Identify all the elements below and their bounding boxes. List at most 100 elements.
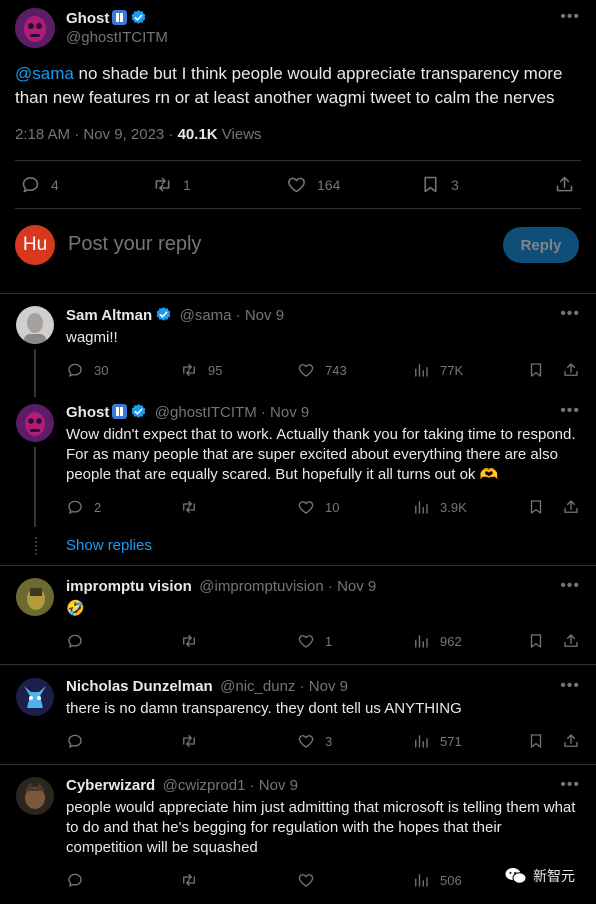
author-name[interactable]: Cyberwizard [66, 777, 155, 794]
reply-button[interactable] [66, 871, 94, 889]
reply-date[interactable]: · Nov 9 [257, 404, 309, 421]
bookmark-button[interactable] [527, 732, 545, 750]
more-options-icon[interactable]: ••• [560, 677, 580, 695]
share-icon [562, 498, 580, 516]
reply-date[interactable]: · Nov 9 [245, 777, 298, 794]
author-name[interactable]: Sam Altman [66, 307, 152, 324]
retweet-button[interactable] [180, 632, 208, 650]
like-button[interactable] [297, 871, 325, 889]
share-button[interactable] [562, 498, 580, 516]
timestamp[interactable]: 2:18 AM · Nov 9, 2023 · [15, 126, 178, 143]
more-options-icon[interactable]: ••• [560, 776, 580, 794]
like-button[interactable]: 164 [286, 174, 340, 195]
more-options-icon[interactable]: ••• [560, 305, 580, 323]
author-name[interactable]: impromptu vision [66, 578, 192, 595]
reply-header: Sam Altman @sama · Nov 9 [66, 306, 284, 325]
views-button[interactable]: 962 [412, 632, 462, 650]
bookmark-button[interactable] [527, 361, 545, 379]
retweet-button[interactable] [180, 498, 208, 516]
divider [0, 664, 596, 665]
reply-input[interactable]: Post your reply [68, 233, 201, 256]
reply-header: impromptu vision @impromptuvision · Nov … [66, 578, 376, 596]
bookmark-icon [527, 632, 545, 650]
verified-icon [156, 307, 171, 321]
author-name[interactable]: Nicholas Dunzelman [66, 678, 213, 695]
share-button[interactable] [562, 361, 580, 379]
more-options-icon[interactable]: ••• [560, 402, 580, 420]
avatar[interactable] [16, 306, 54, 344]
retweet-button[interactable]: 1 [152, 174, 191, 195]
like-button[interactable]: 1 [297, 632, 332, 650]
reply-button[interactable] [66, 732, 94, 750]
retweet-icon [180, 732, 198, 750]
divider [0, 293, 596, 294]
share-icon [562, 732, 580, 750]
like-button[interactable]: 3 [297, 732, 332, 750]
author-handle[interactable]: @sama [180, 307, 232, 324]
reply-date[interactable]: · Nov 9 [295, 678, 348, 695]
author-handle[interactable]: @nic_dunz [220, 678, 295, 695]
like-button[interactable]: 743 [297, 361, 347, 379]
share-button[interactable] [562, 632, 580, 650]
avatar[interactable] [16, 777, 54, 815]
retweet-icon [152, 174, 173, 195]
reply-submit-button[interactable]: Reply [503, 227, 579, 263]
reply-button[interactable] [66, 632, 94, 650]
author-name[interactable]: Ghost [66, 404, 109, 421]
show-replies-link[interactable]: Show replies [66, 537, 152, 554]
reply-date[interactable]: · Nov 9 [232, 307, 284, 324]
author-handle[interactable]: @impromptuvision [199, 578, 323, 595]
reply-button[interactable]: 4 [20, 174, 59, 195]
reply-button[interactable]: 2 [66, 498, 101, 516]
watermark: 新智元 [505, 866, 575, 886]
retweet-button[interactable] [180, 732, 208, 750]
views-button[interactable]: 571 [412, 732, 462, 750]
avatar[interactable] [16, 678, 54, 716]
divider [15, 208, 581, 209]
bookmark-icon [527, 498, 545, 516]
reply-icon [66, 498, 84, 516]
bookmark-button[interactable] [527, 498, 545, 516]
retweet-icon [180, 361, 198, 379]
views-icon [412, 632, 430, 650]
retweet-icon [180, 498, 198, 516]
author-handle[interactable]: @ghostITCITM [155, 404, 257, 421]
like-button[interactable]: 10 [297, 498, 339, 516]
views-icon [412, 732, 430, 750]
thread-line [34, 349, 36, 397]
tweet-meta: 2:18 AM · Nov 9, 2023 · 40.1K Views [15, 126, 262, 143]
avatar[interactable] [16, 578, 54, 616]
views-button[interactable]: 3.9K [412, 498, 467, 516]
reply-text: Wow didn't expect that to work. Actually… [66, 426, 576, 483]
sam-avatar-image [16, 306, 54, 344]
share-button[interactable] [562, 732, 580, 750]
reply-icon [66, 361, 84, 379]
more-options-icon[interactable]: ••• [560, 577, 580, 595]
bookmark-button[interactable]: 3 [420, 174, 459, 195]
divider [0, 764, 596, 765]
avatar[interactable] [16, 404, 54, 442]
bookmark-button[interactable] [527, 632, 545, 650]
views-icon [412, 871, 430, 889]
share-icon [554, 174, 575, 195]
retweet-button[interactable] [180, 871, 208, 889]
share-button[interactable] [554, 174, 575, 195]
view-count: 40.1K [177, 126, 218, 143]
pause-badge-icon [112, 10, 128, 25]
divider [0, 565, 596, 566]
reply-button[interactable]: 30 [66, 361, 108, 379]
views-button[interactable]: 77K [412, 361, 463, 379]
reply-text: 🤣 [66, 600, 85, 617]
more-options-icon[interactable]: ••• [560, 8, 580, 26]
author-handle[interactable]: @cwizprod1 [163, 777, 246, 794]
mention-link[interactable]: @sama [15, 64, 74, 83]
retweet-icon [180, 632, 198, 650]
retweet-button[interactable]: 95 [180, 361, 222, 379]
views-button[interactable]: 506 [412, 871, 462, 889]
views-icon [412, 498, 430, 516]
author-name[interactable]: Ghost [66, 10, 109, 27]
heart-icon [297, 871, 315, 889]
avatar[interactable] [15, 8, 55, 48]
author-handle[interactable]: @ghostITCITM [66, 29, 168, 46]
reply-date[interactable]: · Nov 9 [324, 578, 376, 595]
